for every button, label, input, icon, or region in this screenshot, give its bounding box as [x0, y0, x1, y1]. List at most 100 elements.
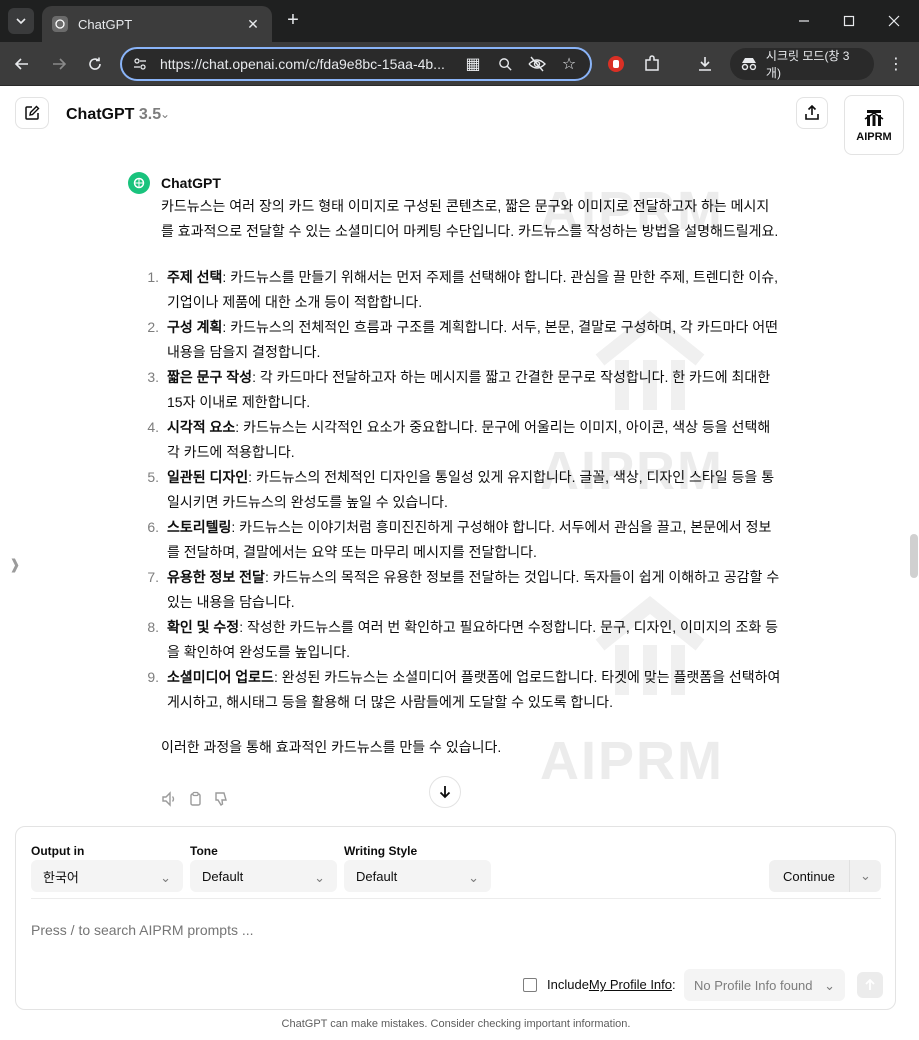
step-title: 일관된 디자인 [167, 469, 249, 485]
list-item: 8. 확인 및 수정: 작성한 카드뉴스를 여러 번 확인하고 필요하다면 수정합… [147, 615, 781, 665]
panel-divider [31, 898, 881, 899]
arrow-up-icon [865, 979, 875, 990]
back-button[interactable] [10, 52, 34, 76]
arrow-down-icon [439, 786, 451, 799]
list-number: 1. [147, 269, 159, 285]
incognito-badge[interactable]: 시크릿 모드(창 3개) [730, 48, 874, 80]
chevron-down-icon: ⌄ [314, 870, 325, 885]
sidebar-toggle-icon[interactable]: ❱ [9, 556, 21, 573]
new-tab-button[interactable]: + [283, 10, 303, 30]
output-language-select[interactable]: 한국어 ⌄ [31, 860, 183, 892]
writing-style-label: Writing Style [344, 844, 418, 858]
step-title: 확인 및 수정 [167, 619, 240, 635]
tone-label: Tone [190, 844, 218, 858]
step-title: 주제 선택 [167, 269, 223, 285]
download-icon[interactable] [693, 52, 717, 76]
maximize-icon [843, 15, 855, 27]
writing-style-select[interactable]: Default ⌄ [344, 860, 491, 892]
app-header: ChatGPT 3.5 ⌄ AIPRM [0, 87, 919, 155]
chevron-down-icon[interactable]: ⌄ [849, 860, 881, 892]
chevron-down-icon: ⌄ [824, 978, 835, 993]
list-item: 7. 유용한 정보 전달: 카드뉴스의 목적은 유용한 정보를 전달하는 것입니다… [147, 565, 781, 615]
read-aloud-icon[interactable] [160, 790, 178, 808]
step-title: 소셜미디어 업로드 [167, 669, 274, 685]
new-chat-button[interactable] [15, 97, 49, 129]
include-suffix: : [672, 977, 676, 992]
list-item: 2. 구성 계획: 카드뉴스의 전체적인 흐름과 구조를 계획합니다. 서두, 본… [147, 315, 781, 365]
disclaimer-text: ChatGPT can make mistakes. Consider chec… [281, 1018, 631, 1030]
close-window-button[interactable] [882, 9, 906, 33]
address-bar[interactable]: https://chat.openai.com/c/fda9e8bc-15aa-… [120, 47, 592, 81]
chatgpt-avatar-icon [128, 172, 150, 194]
send-button[interactable] [857, 972, 883, 998]
thumbs-down-icon[interactable] [212, 790, 230, 808]
forward-button[interactable] [47, 52, 71, 76]
tab-search-button[interactable] [8, 8, 34, 34]
browser-menu-icon[interactable]: ⋮ [884, 52, 908, 76]
tab-close-icon[interactable]: ✕ [244, 16, 262, 33]
step-title: 짧은 문구 작성 [167, 369, 253, 385]
aiprm-button[interactable]: AIPRM [844, 95, 904, 155]
maximize-button[interactable] [837, 9, 861, 33]
list-number: 3. [147, 369, 159, 385]
incognito-label: 시크릿 모드(창 3개) [765, 49, 850, 80]
site-settings-icon[interactable] [132, 56, 148, 72]
model-version: 3.5 [138, 106, 162, 123]
writing-style-value: Default [356, 868, 398, 884]
arrow-right-icon [53, 58, 67, 70]
close-icon [888, 15, 900, 27]
continue-button[interactable]: Continue ⌄ [769, 860, 881, 892]
chevron-down-icon[interactable]: ⌄ [160, 107, 170, 121]
share-icon [805, 105, 819, 120]
list-item: 3. 짧은 문구 작성: 각 카드마다 전달하고자 하는 메시지를 짧고 간결한 … [147, 365, 781, 415]
message-author: ChatGPT [161, 175, 221, 191]
steps-list: 1. 주제 선택: 카드뉴스를 만들기 위해서는 먼저 주제를 선택해야 합니다.… [147, 265, 781, 715]
model-selector[interactable]: ChatGPT 3.5 [66, 106, 161, 124]
include-profile-checkbox[interactable] [523, 977, 537, 992]
copy-icon[interactable] [186, 790, 204, 808]
qr-code-icon[interactable]: ▦ [462, 53, 484, 75]
reload-button[interactable] [83, 52, 107, 76]
url-text[interactable]: https://chat.openai.com/c/fda9e8bc-15aa-… [160, 56, 452, 72]
step-text: : 각 카드마다 전달하고자 하는 메시지를 짧고 간결한 문구로 작성합니다.… [167, 369, 771, 410]
minimize-icon [799, 20, 809, 22]
extension-stop-icon[interactable] [604, 52, 628, 76]
step-text: : 카드뉴스를 만들기 위해서는 먼저 주제를 선택해야 합니다. 관심을 끌 … [167, 269, 778, 310]
arrow-left-icon [14, 58, 28, 70]
include-profile-row: Include My Profile Info : [523, 977, 676, 992]
browser-tab[interactable]: ChatGPT ✕ [42, 6, 272, 42]
message-intro: 카드뉴스는 여러 장의 카드 형태 이미지로 구성된 콘텐츠로, 짧은 문구와 … [161, 198, 779, 239]
step-title: 시각적 요소 [167, 419, 236, 435]
step-title: 유용한 정보 전달 [167, 569, 265, 585]
scroll-to-bottom-button[interactable] [429, 776, 461, 808]
list-item: 5. 일관된 디자인: 카드뉴스의 전체적인 디자인을 통일성 있게 유지합니다.… [147, 465, 781, 515]
model-name: ChatGPT [66, 106, 135, 123]
profile-info-value: No Profile Info found [694, 977, 813, 993]
share-button[interactable] [796, 97, 828, 129]
page-scrollbar[interactable] [910, 534, 918, 578]
extensions-puzzle-icon[interactable] [640, 52, 664, 76]
chevron-down-icon [16, 18, 26, 25]
aiprm-label: AIPRM [856, 131, 892, 143]
incognito-icon [741, 58, 757, 71]
step-text: : 카드뉴스는 이야기처럼 흥미진진하게 구성해야 합니다. 서두에서 관심을 … [167, 519, 772, 560]
my-profile-info-link[interactable]: My Profile Info [589, 977, 672, 992]
tone-select[interactable]: Default ⌄ [190, 860, 337, 892]
profile-info-select[interactable]: No Profile Info found ⌄ [684, 969, 845, 1001]
minimize-button[interactable] [792, 9, 816, 33]
prompt-search-input[interactable] [31, 922, 731, 938]
list-number: 8. [147, 619, 159, 635]
output-language-value: 한국어 [43, 869, 79, 885]
step-text: : 작성한 카드뉴스를 여러 번 확인하고 필요하다면 수정합니다. 문구, 디… [167, 619, 778, 660]
bookmark-star-icon[interactable]: ☆ [558, 53, 580, 75]
zoom-icon[interactable] [494, 53, 516, 75]
chevron-down-icon: ⌄ [468, 870, 479, 885]
chevron-down-icon: ⌄ [160, 870, 171, 885]
list-number: 5. [147, 469, 159, 485]
eye-off-icon[interactable] [526, 53, 548, 75]
list-number: 4. [147, 419, 159, 435]
list-item: 6. 스토리텔링: 카드뉴스는 이야기처럼 흥미진진하게 구성해야 합니다. 서두… [147, 515, 781, 565]
aiprm-prompt-panel: Output in 한국어 ⌄ Tone Default ⌄ Writing S… [15, 826, 896, 1010]
list-item: 4. 시각적 요소: 카드뉴스는 시각적인 요소가 중요합니다. 문구에 어울리는… [147, 415, 781, 465]
edit-icon [25, 105, 40, 120]
